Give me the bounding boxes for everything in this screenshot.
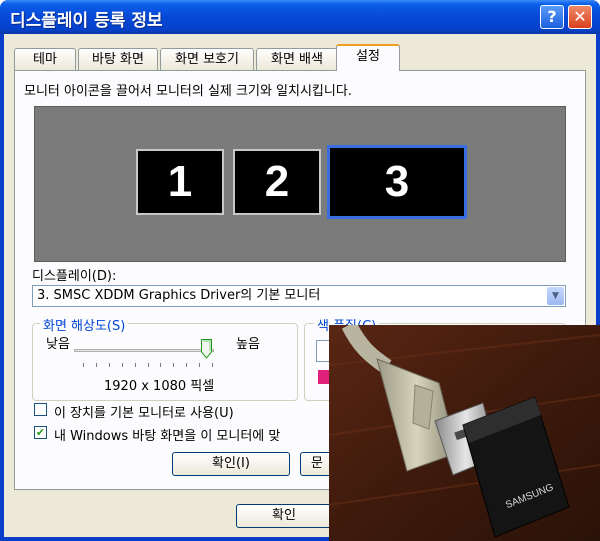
slider-tick [147,363,149,367]
tab-screensaver[interactable]: 화면 보호기 [160,48,254,70]
usb-adapter-image: SAMSUNG [329,325,600,541]
resolution-low-label: 낮음 [46,337,70,352]
slider-tick [212,363,213,367]
slider-tick [173,363,175,367]
slider-tick [134,363,136,367]
tab-desktop[interactable]: 바탕 화면 [78,48,158,70]
slider-tick [121,363,123,367]
monitor-arrangement-area: 1 2 3 [34,106,566,262]
close-button[interactable]: ✕ [568,5,592,29]
resolution-value: 1920 x 1080 픽셀 [104,379,215,394]
resolution-legend: 화면 해상도(S) [40,315,129,334]
slider-tick [83,363,84,367]
slider-tick [186,363,188,367]
tab-theme[interactable]: 테마 [14,48,76,70]
slider-tick [199,363,201,367]
display-select-value: 3. SMSC XDDM Graphics Driver의 기본 모니터 [37,288,321,303]
extend-desktop-checkbox[interactable]: ✔ [34,426,47,439]
usb-adapter-photo: SAMSUNG [329,325,600,541]
monitor-1-icon[interactable]: 1 [136,149,224,215]
resolution-slider-thumb[interactable] [200,339,212,359]
tab-settings[interactable]: 설정 [336,44,400,71]
help-button[interactable]: ? [540,5,564,29]
primary-monitor-checkbox[interactable] [34,403,47,416]
slider-tick [160,363,162,367]
resolution-high-label: 높음 [236,337,260,352]
monitor-2-icon[interactable]: 2 [233,149,321,215]
instruction-text: 모니터 아이콘을 끌어서 모니터의 실제 크기와 일치시킵니다. [24,84,352,99]
display-select[interactable]: 3. SMSC XDDM Graphics Driver의 기본 모니터 ▼ [32,285,566,307]
display-label: 디스플레이(D): [32,269,117,284]
identify-button[interactable]: 확인(I) [172,452,290,476]
resolution-slider-track[interactable] [74,349,214,352]
monitor-3-icon[interactable]: 3 [327,145,467,219]
primary-monitor-label: 이 장치를 기본 모니터로 사용(U) [54,406,234,421]
slider-tick [95,363,97,367]
chevron-down-icon[interactable]: ▼ [547,287,564,305]
ok-button[interactable]: 확인 [236,504,332,528]
tab-appearance[interactable]: 화면 배색 [256,48,338,70]
extend-desktop-label: 내 Windows 바탕 화면을 이 모니터에 맞 [54,429,281,444]
window-title: 디스플레이 등록 정보 [10,11,163,31]
slider-tick [108,363,110,367]
title-bar[interactable]: 디스플레이 등록 정보 ? ✕ [0,0,600,34]
